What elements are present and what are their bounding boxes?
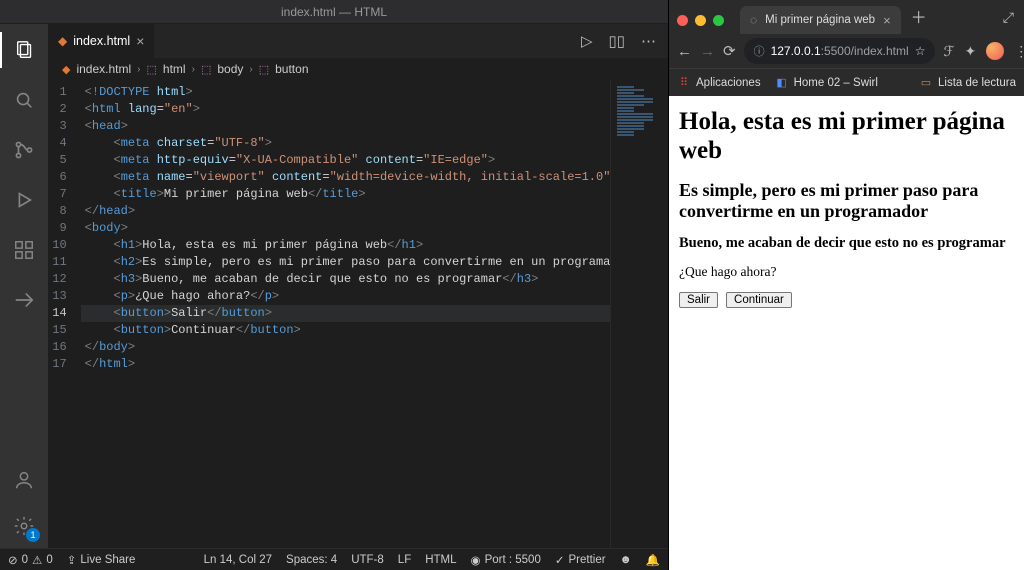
run-icon[interactable]: ▷ xyxy=(581,32,593,50)
bookmark-bar: ⠿ Aplicaciones ◧ Home 02 – Swirl ▭ Lista… xyxy=(669,68,1024,96)
close-tab-icon[interactable]: × xyxy=(883,13,891,28)
error-icon: ⊘ xyxy=(8,553,18,567)
back-icon[interactable]: ← xyxy=(677,43,692,60)
symbol-icon: ⬚ xyxy=(147,63,157,76)
continuar-button[interactable]: Continuar xyxy=(726,292,792,308)
tab-index-html[interactable]: ◆ index.html × xyxy=(48,24,155,58)
chevron-right-icon: › xyxy=(137,64,140,75)
reading-list-icon: ▭ xyxy=(919,76,933,90)
bookmark-apps[interactable]: ⠿ Aplicaciones xyxy=(677,76,761,90)
status-encoding[interactable]: UTF-8 xyxy=(351,554,384,566)
settings-gear-icon[interactable]: 1 xyxy=(0,508,48,544)
explorer-icon[interactable] xyxy=(0,32,48,68)
status-spaces[interactable]: Spaces: 4 xyxy=(286,554,337,566)
editor-tabs: ◆ index.html × ▷ ▯▯ ⋯ xyxy=(48,24,668,58)
extensions-icon[interactable] xyxy=(0,232,48,268)
status-bar: ⊘0 ⚠0 ⇪ Live Share Ln 14, Col 27 Spaces:… xyxy=(0,548,668,570)
vscode-window: index.html — HTML xyxy=(0,0,668,570)
page-h2: Es simple, pero es mi primer paso para c… xyxy=(679,180,1014,223)
live-share-icon[interactable] xyxy=(0,282,48,318)
activity-bar: 1 xyxy=(0,24,48,548)
breadcrumb-body[interactable]: body xyxy=(217,62,243,76)
breadcrumb-file[interactable]: index.html xyxy=(76,62,131,76)
vscode-titlebar: index.html — HTML xyxy=(0,0,668,24)
url-path: /index.html xyxy=(851,44,909,58)
extensions-puzzle-icon[interactable]: ✦ xyxy=(964,43,976,60)
run-debug-icon[interactable] xyxy=(0,182,48,218)
editor-actions: ▷ ▯▯ ⋯ xyxy=(581,24,668,58)
window-title: index.html — HTML xyxy=(281,5,387,19)
window-controls xyxy=(677,15,724,26)
apps-grid-icon: ⠿ xyxy=(677,76,691,90)
close-window-icon[interactable] xyxy=(677,15,688,26)
page-h1: Hola, esta es mi primer página web xyxy=(679,108,1014,166)
page-h3: Bueno, me acaban de decir que esto no es… xyxy=(679,235,1014,252)
status-language[interactable]: HTML xyxy=(425,554,456,566)
star-icon[interactable]: ☆ xyxy=(915,44,926,58)
incognito-icon[interactable]: ℱ xyxy=(943,43,954,60)
breadcrumb[interactable]: ◆ index.html › ⬚ html › ⬚ body › ⬚ butto… xyxy=(48,58,668,80)
avatar[interactable] xyxy=(986,42,1004,60)
more-icon[interactable]: ⋯ xyxy=(641,32,656,50)
breadcrumb-html[interactable]: html xyxy=(163,62,186,76)
close-icon[interactable]: × xyxy=(136,33,144,49)
status-prettier[interactable]: ✓ Prettier xyxy=(555,553,606,567)
fullscreen-window-icon[interactable] xyxy=(713,15,724,26)
chrome-tab-strip: ◌ Mi primer página web × ＋ ⤢ xyxy=(669,0,1024,34)
bookmark-home[interactable]: ◧ Home 02 – Swirl xyxy=(775,76,878,90)
forward-icon[interactable]: → xyxy=(700,43,715,60)
check-icon: ✓ xyxy=(555,553,565,567)
editor-area: ◆ index.html × ▷ ▯▯ ⋯ ◆ index.html › ⬚ h… xyxy=(48,24,668,548)
minimap[interactable] xyxy=(610,80,668,548)
page-paragraph: ¿Que hago ahora? xyxy=(679,264,1014,280)
status-live-share[interactable]: ⇪ Live Share xyxy=(67,553,136,567)
symbol-icon: ⬚ xyxy=(201,63,211,76)
code-lines[interactable]: <!DOCTYPE html><html lang="en"><head> <m… xyxy=(81,80,668,548)
site-info-icon[interactable]: ⓘ xyxy=(754,43,765,59)
menu-icon[interactable]: ⋮ xyxy=(1014,43,1024,60)
chrome-toolbar: ← → ⟳ ⓘ 127.0.0.1:5500/index.html ☆ ℱ ✦ … xyxy=(669,34,1024,68)
status-port[interactable]: ◉ Port : 5500 xyxy=(471,553,541,567)
symbol-icon: ⬚ xyxy=(259,63,269,76)
live-share-icon: ⇪ xyxy=(67,553,77,567)
tab-label: index.html xyxy=(73,34,130,48)
search-icon[interactable] xyxy=(0,82,48,118)
line-gutter: 1234567891011121314151617 xyxy=(48,80,81,548)
globe-icon: ◌ xyxy=(750,13,757,27)
warning-icon: ⚠ xyxy=(32,553,42,567)
html-file-icon: ◆ xyxy=(58,34,67,48)
chevron-right-icon: › xyxy=(249,64,252,75)
vscode-body: 1 ◆ index.html × ▷ ▯▯ ⋯ ◆ index.html xyxy=(0,24,668,548)
html-file-icon: ◆ xyxy=(62,63,70,76)
tab-title: Mi primer página web xyxy=(765,14,875,26)
status-problems[interactable]: ⊘0 ⚠0 xyxy=(8,553,53,567)
browser-tab[interactable]: ◌ Mi primer página web × xyxy=(740,6,901,34)
breadcrumb-button[interactable]: button xyxy=(275,62,308,76)
broadcast-icon: ◉ xyxy=(471,553,481,567)
status-eol[interactable]: LF xyxy=(398,554,411,566)
split-editor-icon[interactable]: ▯▯ xyxy=(608,32,625,50)
rendered-page: Hola, esta es mi primer página web Es si… xyxy=(669,96,1024,570)
bookmark-reading-list[interactable]: ▭ Lista de lectura xyxy=(919,76,1016,90)
accounts-icon[interactable] xyxy=(0,462,48,498)
minimize-window-icon[interactable] xyxy=(695,15,706,26)
salir-button[interactable]: Salir xyxy=(679,292,718,308)
chrome-top: ◌ Mi primer página web × ＋ ⤢ ← → ⟳ ⓘ 127… xyxy=(669,0,1024,96)
code-editor[interactable]: 1234567891011121314151617 <!DOCTYPE html… xyxy=(48,80,668,548)
chevron-right-icon: › xyxy=(192,64,195,75)
chrome-window: ◌ Mi primer página web × ＋ ⤢ ← → ⟳ ⓘ 127… xyxy=(668,0,1024,570)
url-port: :5500 xyxy=(821,44,851,58)
source-control-icon[interactable] xyxy=(0,132,48,168)
url-host: 127.0.0.1 xyxy=(771,44,821,58)
status-feedback-icon[interactable]: ☻ xyxy=(620,554,632,566)
address-bar[interactable]: ⓘ 127.0.0.1:5500/index.html ☆ xyxy=(744,38,936,64)
status-cursor[interactable]: Ln 14, Col 27 xyxy=(204,554,272,566)
reload-icon[interactable]: ⟳ xyxy=(723,42,736,60)
status-bell-icon[interactable]: 🔔 xyxy=(646,553,660,567)
bookmark-folder-icon: ◧ xyxy=(775,76,789,90)
settings-badge: 1 xyxy=(26,528,40,542)
expand-icon[interactable]: ⤢ xyxy=(1003,9,1014,26)
new-tab-button[interactable]: ＋ xyxy=(907,4,935,34)
